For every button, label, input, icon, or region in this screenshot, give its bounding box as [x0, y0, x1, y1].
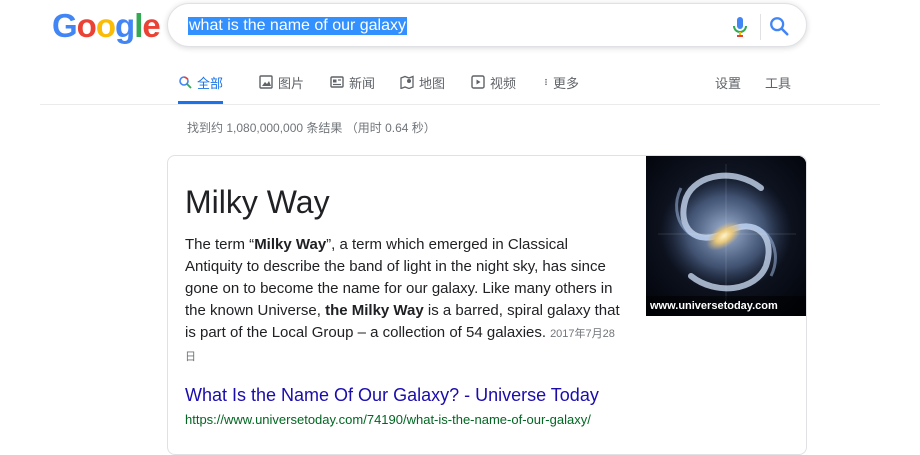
tools-link[interactable]: 工具 [765, 62, 791, 102]
tab-label: 地图 [419, 75, 446, 91]
logo-letter: G [52, 7, 78, 44]
snippet-bold: the Milky Way [325, 302, 424, 319]
galaxy-image[interactable]: www.universetoday.com [646, 156, 806, 316]
tab-label: 视频 [490, 75, 517, 91]
tab-images[interactable]: 图片 [259, 62, 304, 102]
tab-all[interactable]: 全部 [178, 62, 224, 104]
logo-letter: g [115, 7, 135, 44]
settings-link[interactable]: 设置 [715, 62, 741, 102]
galaxy-illustration [646, 156, 806, 316]
featured-snippet-text: The term “Milky Way”, a term which emerg… [185, 234, 625, 368]
tab-more[interactable]: 更多 [542, 62, 579, 102]
tab-label: 更多 [553, 75, 580, 91]
snippet-part: The term “ [185, 236, 255, 253]
logo-letter: o [95, 7, 116, 44]
result-title-link[interactable]: What Is the Name Of Our Galaxy? - Univer… [185, 385, 599, 406]
result-stats: 找到约 1,080,000,000 条结果 （用时 0.64 秒） [187, 121, 436, 135]
search-input[interactable]: what is the name of our galaxy [188, 17, 408, 35]
logo-letter: e [142, 7, 160, 44]
search-icon [179, 76, 192, 89]
image-caption: www.universetoday.com [646, 296, 806, 316]
microphone-icon[interactable] [732, 16, 748, 38]
tab-news[interactable]: 新闻 [330, 62, 375, 102]
news-icon [330, 76, 344, 88]
logo-letter: o [76, 7, 97, 44]
tab-label: 图片 [278, 75, 305, 91]
result-url[interactable]: https://www.universetoday.com/74190/what… [185, 412, 591, 427]
tab-maps[interactable]: 地图 [400, 62, 445, 102]
video-icon [471, 75, 485, 89]
featured-snippet: Milky Way The term “Milky Way”, a term w… [167, 155, 807, 455]
tab-label: 全部 [197, 75, 224, 91]
featured-title: Milky Way [185, 184, 330, 220]
tabs-divider [40, 104, 880, 105]
google-logo[interactable]: Google [52, 7, 161, 44]
search-icon[interactable] [768, 15, 790, 37]
tab-label: 新闻 [349, 75, 376, 91]
more-dots-icon [545, 78, 547, 86]
search-box[interactable]: what is the name of our galaxy [167, 3, 807, 47]
tab-videos[interactable]: 视频 [471, 62, 516, 102]
snippet-bold: Milky Way [254, 236, 327, 253]
image-icon [259, 75, 273, 89]
map-pin-icon [400, 75, 414, 89]
search-divider [760, 14, 761, 40]
